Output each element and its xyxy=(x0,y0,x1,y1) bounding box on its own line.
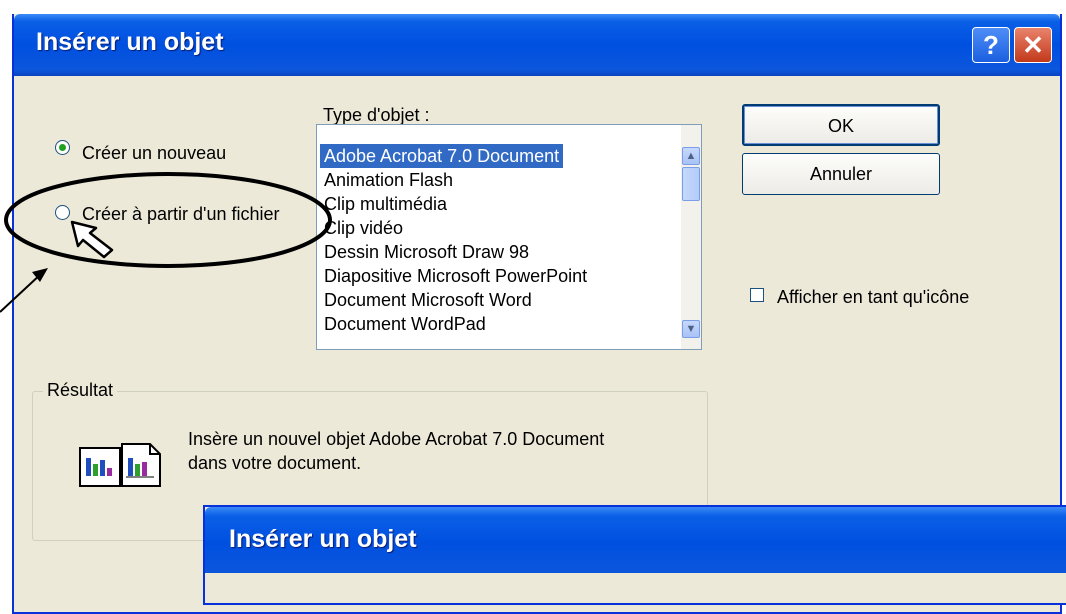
pointer-line xyxy=(0,272,43,313)
mouse-cursor-icon xyxy=(70,220,114,259)
annotation-overlay xyxy=(0,172,332,313)
highlight-ellipse xyxy=(4,172,332,268)
